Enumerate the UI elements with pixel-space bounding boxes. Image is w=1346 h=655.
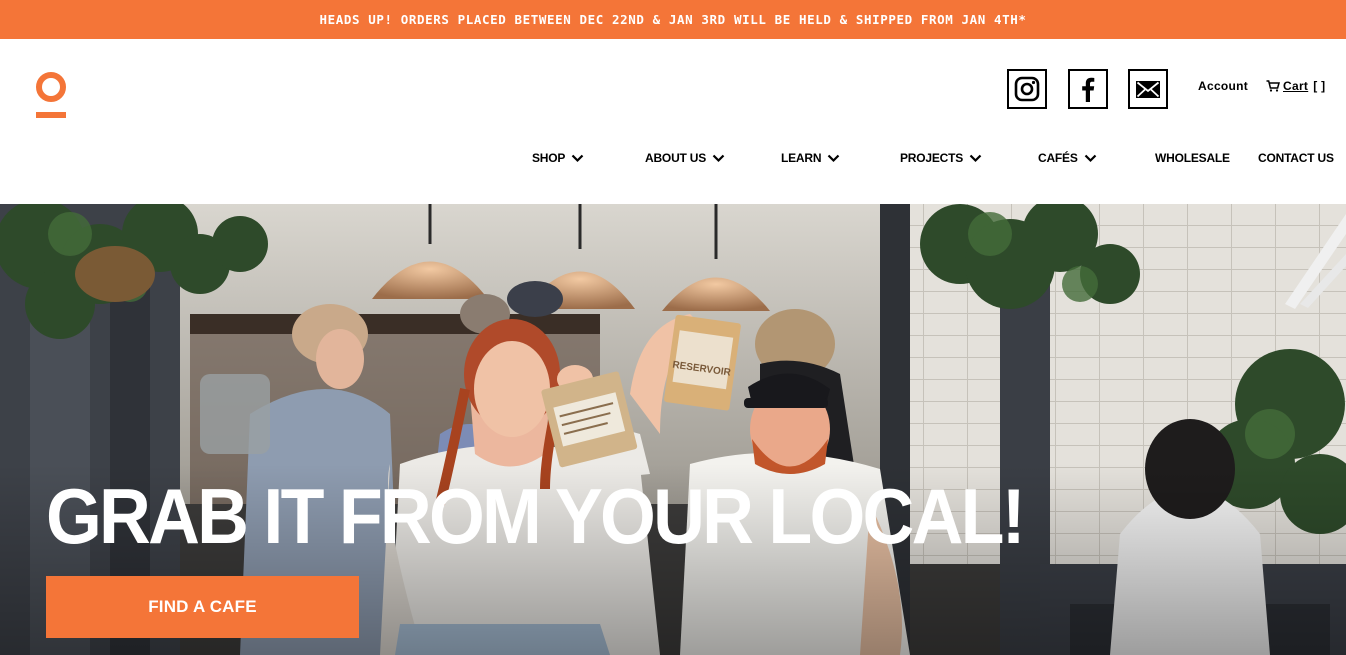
- nav-contact-us-label: CONTACT US: [1258, 151, 1334, 165]
- find-a-cafe-button[interactable]: FIND A CAFE: [46, 576, 359, 638]
- chevron-down-icon: [571, 154, 584, 162]
- announcement-banner: HEADS UP! ORDERS PLACED BETWEEN DEC 22ND…: [0, 0, 1346, 39]
- nav-contact-us[interactable]: CONTACT US: [1258, 151, 1334, 165]
- facebook-icon: [1082, 77, 1095, 102]
- reservoir-o-logo-icon: [36, 72, 66, 102]
- site-header: Account Cart [ ] SHOP ABOUT US LEARN PRO…: [0, 39, 1346, 204]
- account-link[interactable]: Account: [1198, 79, 1248, 93]
- nav-cafes-label: CAFÉS: [1038, 151, 1078, 165]
- instagram-icon: [1014, 76, 1040, 102]
- announcement-text: HEADS UP! ORDERS PLACED BETWEEN DEC 22ND…: [319, 12, 1027, 27]
- nav-learn[interactable]: LEARN: [781, 151, 840, 165]
- nav-shop-label: SHOP: [532, 151, 566, 165]
- instagram-link[interactable]: [1007, 69, 1047, 109]
- mail-icon: [1136, 81, 1160, 98]
- nav-learn-label: LEARN: [781, 151, 822, 165]
- chevron-down-icon: [1084, 154, 1096, 162]
- logo-underline: [36, 112, 66, 118]
- nav-wholesale-label: WHOLESALE: [1155, 151, 1230, 165]
- hero-section: RESERVOIR GRAB IT FROM YOUR LOCAL! FIND …: [0, 204, 1346, 655]
- chevron-down-icon: [712, 154, 725, 162]
- facebook-link[interactable]: [1068, 69, 1108, 109]
- cart-count: [ ]: [1313, 79, 1326, 93]
- nav-projects-label: PROJECTS: [900, 151, 964, 165]
- hero-title: GRAB IT FROM YOUR LOCAL!: [46, 472, 1026, 560]
- nav-about-us-label: ABOUT US: [645, 151, 707, 165]
- nav-wholesale[interactable]: WHOLESALE: [1155, 151, 1230, 165]
- nav-shop[interactable]: SHOP: [532, 151, 584, 165]
- home-logo[interactable]: [36, 70, 67, 120]
- nav-about-us[interactable]: ABOUT US: [645, 151, 725, 165]
- cart-label: Cart: [1283, 79, 1309, 93]
- nav-cafes[interactable]: CAFÉS: [1038, 151, 1097, 165]
- nav-projects[interactable]: PROJECTS: [900, 151, 982, 165]
- cart-icon: [1266, 80, 1280, 92]
- email-link[interactable]: [1128, 69, 1168, 109]
- chevron-down-icon: [969, 154, 982, 162]
- cart-link[interactable]: Cart [ ]: [1266, 79, 1325, 93]
- chevron-down-icon: [828, 154, 840, 162]
